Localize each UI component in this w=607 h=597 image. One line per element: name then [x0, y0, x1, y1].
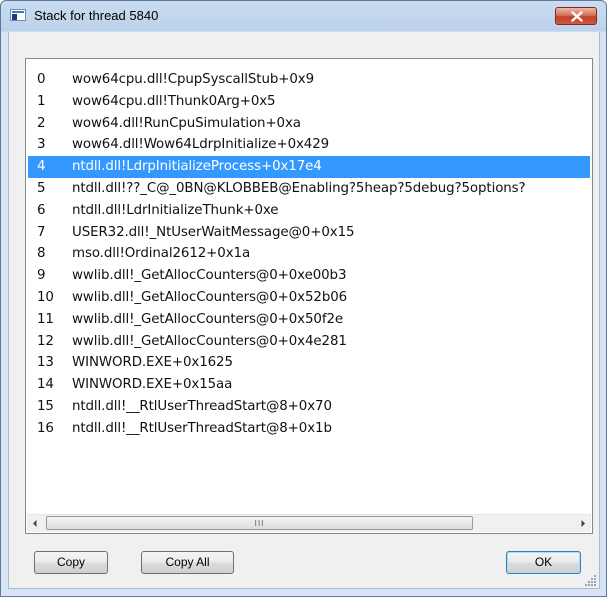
frame-function: ntdll.dll!??_C@_0BN@KLOBBEB@Enabling?5he…	[72, 180, 526, 196]
window-app-icon	[10, 9, 26, 21]
copy-all-button[interactable]: Copy All	[141, 551, 234, 574]
stack-frame-row[interactable]: 2 wow64.dll!RunCpuSimulation+0xa	[28, 113, 590, 135]
stack-frame-row[interactable]: 7 USER32.dll!_NtUserWaitMessage@0+0x15	[28, 222, 590, 244]
frame-function: WINWORD.EXE+0x1625	[72, 355, 233, 371]
frame-function: wwlib.dll!_GetAllocCounters@0+0xe00b3	[72, 268, 347, 284]
frame-function: mso.dll!Ordinal2612+0x1a	[72, 246, 251, 262]
frame-index: 16	[37, 420, 54, 436]
frame-function: wwlib.dll!_GetAllocCounters@0+0x52b06	[72, 289, 348, 305]
frame-index: 15	[37, 398, 54, 414]
arrow-right-icon	[581, 520, 585, 527]
copy-button-label: Copy	[56, 555, 85, 569]
stack-frame-row[interactable]: 16 ntdll.dll!__RtlUserThreadStart@8+0x1b	[28, 418, 590, 440]
frame-index: 3	[37, 137, 46, 153]
arrow-left-icon	[33, 520, 37, 527]
frame-function: ntdll.dll!LdrInitializeThunk+0xe	[72, 202, 279, 218]
frame-index: 14	[37, 377, 54, 393]
scrollbar-thumb[interactable]: III	[46, 516, 473, 530]
frame-index: 11	[37, 311, 54, 327]
dialog-client-area: 0 wow64cpu.dll!CpupSyscallStub+0x9 1 wow64c…	[8, 32, 600, 589]
frame-index: 10	[37, 289, 54, 305]
stack-frame-row[interactable]: 15 ntdll.dll!__RtlUserThreadStart@8+0x70	[28, 396, 590, 418]
frame-index: 2	[37, 115, 46, 131]
frame-function: ntdll.dll!LdrpInitializeProcess+0x17e4	[72, 159, 322, 175]
horizontal-scrollbar[interactable]: III	[27, 514, 591, 532]
stack-frame-row[interactable]: 14 WINWORD.EXE+0x15aa	[28, 374, 590, 396]
stack-frame-row[interactable]: 3 wow64.dll!Wow64LdrpInitialize+0x429	[28, 134, 590, 156]
frame-function: WINWORD.EXE+0x15aa	[72, 377, 233, 393]
copy-all-button-label: Copy All	[165, 555, 210, 569]
stack-frame-rows: 0 wow64cpu.dll!CpupSyscallStub+0x9 1 wow64c…	[28, 69, 590, 440]
frame-index: 8	[37, 246, 46, 262]
frame-function: wwlib.dll!_GetAllocCounters@0+0x4e281	[72, 333, 347, 349]
frame-function: wow64.dll!Wow64LdrpInitialize+0x429	[72, 137, 330, 153]
ok-button-label: OK	[534, 555, 553, 569]
stack-frame-row[interactable]: 0 wow64cpu.dll!CpupSyscallStub+0x9	[28, 69, 590, 91]
frame-index: 12	[37, 333, 54, 349]
ok-button[interactable]: OK	[506, 551, 581, 574]
stack-frame-row[interactable]: 9 wwlib.dll!_GetAllocCounters@0+0xe00b3	[28, 265, 590, 287]
stack-frame-row[interactable]: 5 ntdll.dll!??_C@_0BN@KLOBBEB@Enabling?5h…	[28, 178, 590, 200]
frame-function: ntdll.dll!__RtlUserThreadStart@8+0x70	[72, 398, 332, 414]
frame-index: 9	[37, 268, 46, 284]
stack-frame-row[interactable]: 10 wwlib.dll!_GetAllocCounters@0+0x52b06	[28, 287, 590, 309]
frame-index: 0	[37, 72, 46, 87]
frame-function: USER32.dll!_NtUserWaitMessage@0+0x15	[72, 224, 355, 240]
frame-function: wwlib.dll!_GetAllocCounters@0+0x50f2e	[72, 311, 343, 327]
window-title: Stack for thread 5840	[34, 8, 159, 23]
stack-frame-row[interactable]: 13 WINWORD.EXE+0x1625	[28, 352, 590, 374]
frame-index: 6	[37, 202, 46, 218]
frame-function: wow64cpu.dll!CpupSyscallStub+0x9	[72, 72, 315, 87]
scrollbar-grip: III	[254, 519, 265, 528]
close-icon	[571, 11, 583, 22]
frame-function: wow64cpu.dll!Thunk0Arg+0x5	[72, 93, 276, 109]
resize-grip-icon[interactable]	[585, 574, 597, 586]
stack-frame-row[interactable]: 11 wwlib.dll!_GetAllocCounters@0+0x50f2e	[28, 309, 590, 331]
frame-index: 13	[37, 355, 54, 371]
frame-index: 5	[37, 180, 46, 196]
frame-function: ntdll.dll!__RtlUserThreadStart@8+0x1b	[72, 420, 332, 436]
scroll-left-button[interactable]	[27, 515, 44, 532]
stack-frame-row[interactable]: 8 mso.dll!Ordinal2612+0x1a	[28, 243, 590, 265]
stack-frame-row[interactable]: 1 wow64cpu.dll!Thunk0Arg+0x5	[28, 91, 590, 113]
stack-frame-row[interactable]: 4 ntdll.dll!LdrpInitializeProcess+0x17e4	[28, 156, 590, 178]
stack-frame-list[interactable]: 0 wow64cpu.dll!CpupSyscallStub+0x9 1 wow64c…	[25, 58, 593, 534]
stack-frame-row[interactable]: 12 wwlib.dll!_GetAllocCounters@0+0x4e281	[28, 331, 590, 353]
frame-function: wow64.dll!RunCpuSimulation+0xa	[72, 115, 301, 131]
copy-button[interactable]: Copy	[34, 551, 108, 574]
stack-frame-row[interactable]: 6 ntdll.dll!LdrInitializeThunk+0xe	[28, 200, 590, 222]
frame-index: 1	[37, 93, 46, 109]
frame-index: 4	[37, 159, 46, 175]
frame-index: 7	[37, 224, 46, 240]
stack-dialog-window: Stack for thread 5840 0 wow64cpu.dll!Cpup…	[0, 0, 607, 597]
close-button[interactable]	[555, 7, 597, 25]
scroll-right-button[interactable]	[574, 515, 591, 532]
title-bar[interactable]: Stack for thread 5840	[1, 1, 606, 32]
